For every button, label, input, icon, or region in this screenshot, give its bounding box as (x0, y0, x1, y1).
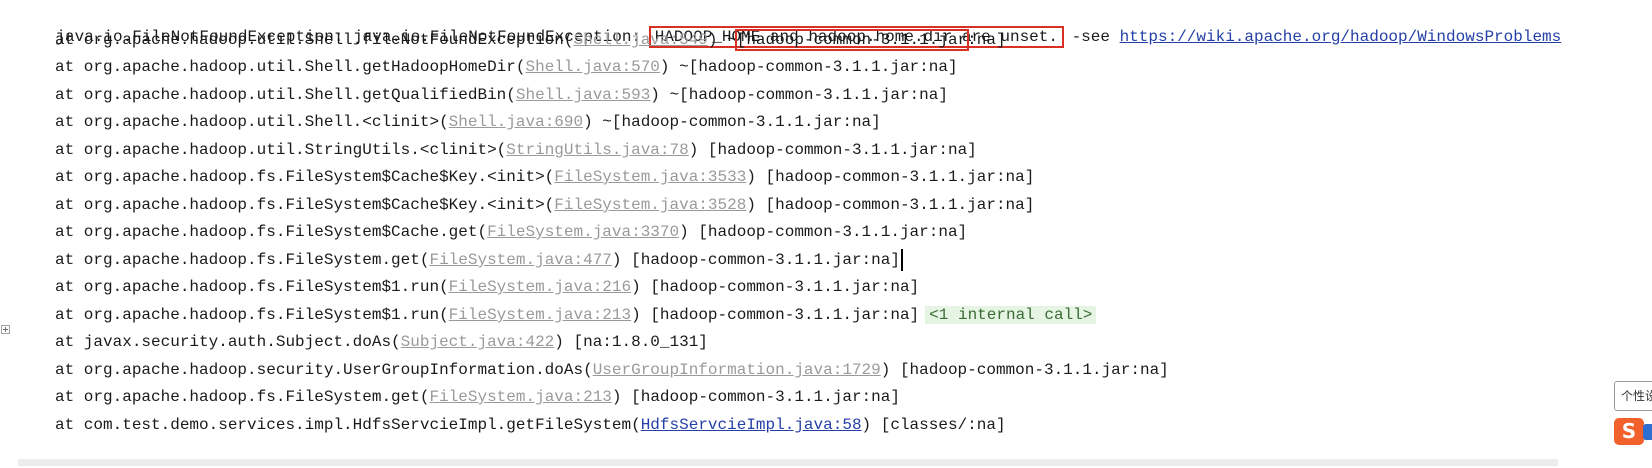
source-link[interactable]: FileSystem.java:3533 (554, 168, 746, 186)
stack-frame: at org.apache.hadoop.fs.FileSystem$Cache… (55, 193, 1034, 217)
frame-paren: ) (688, 141, 708, 159)
jar-info: [classes/:na] (880, 416, 1006, 434)
frame-method: at org.apache.hadoop.fs.FileSystem$Cache… (55, 168, 555, 186)
source-link[interactable]: FileSystem.java:3370 (487, 223, 679, 241)
source-link[interactable]: UserGroupInformation.java:1729 (593, 361, 881, 379)
stack-frame: at org.apache.hadoop.util.Shell.getHadoo… (55, 55, 958, 79)
see-text: -see (1061, 28, 1120, 46)
stack-frame: at org.apache.hadoop.util.Shell.fileNotF… (55, 28, 1006, 52)
frame-method: at org.apache.hadoop.security.UserGroupI… (55, 361, 593, 379)
ime-status-tab[interactable] (1643, 424, 1652, 440)
source-link[interactable]: FileSystem.java:477 (429, 251, 611, 269)
frame-paren: ) ~ (650, 86, 680, 104)
exception-line: java.io.FileNotFoundException: java.io.F… (17, 1, 1561, 48)
jar-info: [hadoop-common-3.1.1.jar:na] (679, 86, 948, 104)
frame-method: at org.apache.hadoop.fs.FileSystem$1.run… (55, 278, 449, 296)
frame-method: at javax.security.auth.Subject.doAs( (55, 333, 401, 351)
jar-info: [hadoop-common-3.1.1.jar:na] (631, 251, 900, 269)
frame-paren: ) ~ (707, 31, 737, 49)
frame-method: at org.apache.hadoop.fs.FileSystem$Cache… (55, 196, 555, 214)
stack-frame: at org.apache.hadoop.fs.FileSystem.get(F… (55, 385, 900, 409)
stack-frame: at org.apache.hadoop.fs.FileSystem$Cache… (55, 220, 967, 244)
jar-info: [hadoop-common-3.1.1.jar:na] (698, 223, 968, 241)
stack-frame: at org.apache.hadoop.util.Shell.<clinit>… (55, 110, 881, 134)
frame-method: at org.apache.hadoop.util.Shell.getQuali… (55, 86, 516, 104)
stack-frame: at org.apache.hadoop.util.Shell.getQuali… (55, 83, 948, 107)
jar-info: [na:1.8.0_131] (573, 333, 708, 351)
source-link[interactable]: Shell.java:690 (449, 113, 583, 131)
jar-info: [hadoop-common-3.1.1.jar:na] (650, 306, 920, 324)
frame-paren: ) ~ (583, 113, 612, 131)
source-link[interactable]: Shell.java:570 (525, 58, 659, 76)
stack-frame: at org.apache.hadoop.security.UserGroupI… (55, 358, 1169, 382)
frame-paren: ) (861, 416, 881, 434)
jar-suffix: :na] (967, 31, 1006, 49)
source-link[interactable]: Subject.java:422 (401, 333, 555, 351)
stack-frame: at org.apache.hadoop.util.StringUtils.<c… (55, 138, 977, 162)
frame-paren: ) (746, 168, 766, 186)
frame-method: at org.apache.hadoop.fs.FileSystem$1.run… (55, 306, 449, 324)
source-link[interactable]: Shell.java:593 (516, 86, 650, 104)
jar-info: [hadoop-common-3.1.1.jar:na] (765, 196, 1035, 214)
frame-method: at org.apache.hadoop.fs.FileSystem.get( (55, 388, 430, 406)
frame-paren: ) ~ (659, 58, 689, 76)
frame-paren: ) (611, 251, 632, 269)
frame-paren: ) (554, 333, 574, 351)
frame-paren: ) (679, 223, 699, 241)
windows-problems-link[interactable]: https://wiki.apache.org/hadoop/WindowsPr… (1120, 28, 1562, 46)
sogou-ime-icon[interactable]: S (1614, 418, 1644, 445)
source-link[interactable]: HdfsServcieImpl.java:58 (641, 416, 862, 434)
frame-method: at org.apache.hadoop.fs.FileSystem.get( (55, 251, 430, 269)
expand-plus-icon[interactable] (1, 325, 10, 334)
stack-frame: at javax.security.auth.Subject.doAs(Subj… (55, 330, 708, 354)
frame-method: at org.apache.hadoop.util.Shell.<clinit>… (55, 113, 449, 131)
frame-method: at org.apache.hadoop.util.Shell.getHadoo… (55, 58, 526, 76)
jar-name-highlight: [hadoop-common-3.1.1.jar (734, 29, 970, 51)
jar-info: [hadoop-common-3.1.1.jar:na] (707, 141, 977, 159)
frame-method: at com.test.demo.services.impl.HdfsServc… (55, 416, 641, 434)
jar-info: [hadoop-common-3.1.1.jar:na] (631, 388, 900, 406)
stack-frame: at org.apache.hadoop.fs.FileSystem$Cache… (55, 165, 1034, 189)
horizontal-scrollbar[interactable] (18, 459, 1558, 466)
frame-paren: ) (880, 361, 900, 379)
source-link[interactable]: FileSystem.java:213 (429, 388, 611, 406)
source-link[interactable]: FileSystem.java:3528 (554, 196, 746, 214)
jar-info: [hadoop-common-3.1.1.jar:na] (650, 278, 920, 296)
frame-paren: ) (746, 196, 766, 214)
console-output: java.io.FileNotFoundException: java.io.F… (0, 0, 1652, 468)
jar-info: [hadoop-common-3.1.1.jar:na] (611, 113, 881, 131)
jar-info: [hadoop-common-3.1.1.jar:na] (765, 168, 1035, 186)
source-link[interactable]: StringUtils.java:78 (506, 141, 688, 159)
internal-call-toggle[interactable]: <1 internal call> (925, 306, 1097, 324)
frame-paren: ) (611, 388, 632, 406)
frame-method: at org.apache.hadoop.util.StringUtils.<c… (55, 141, 507, 159)
source-link[interactable]: FileSystem.java:216 (449, 278, 631, 296)
frame-paren: ) (631, 306, 651, 324)
source-link[interactable]: FileSystem.java:213 (449, 306, 631, 324)
source-link[interactable]: Shell.java:549 (573, 31, 707, 49)
frame-method: at org.apache.hadoop.fs.FileSystem$Cache… (55, 223, 488, 241)
stack-frame: at com.test.demo.services.impl.HdfsServc… (55, 413, 1006, 437)
stack-frame: at org.apache.hadoop.fs.FileSystem.get(F… (55, 248, 903, 272)
frame-method: at org.apache.hadoop.util.Shell.fileNotF… (55, 31, 574, 49)
frame-paren: ) (631, 278, 651, 296)
stack-frame: at org.apache.hadoop.fs.FileSystem$1.run… (55, 303, 1097, 327)
stack-frame: at org.apache.hadoop.fs.FileSystem$1.run… (55, 275, 919, 299)
ime-settings-tooltip: 个性设置 (1614, 381, 1652, 411)
text-cursor (900, 248, 903, 271)
jar-info: [hadoop-common-3.1.1.jar:na] (899, 361, 1169, 379)
jar-info: [hadoop-common-3.1.1.jar:na] (688, 58, 958, 76)
